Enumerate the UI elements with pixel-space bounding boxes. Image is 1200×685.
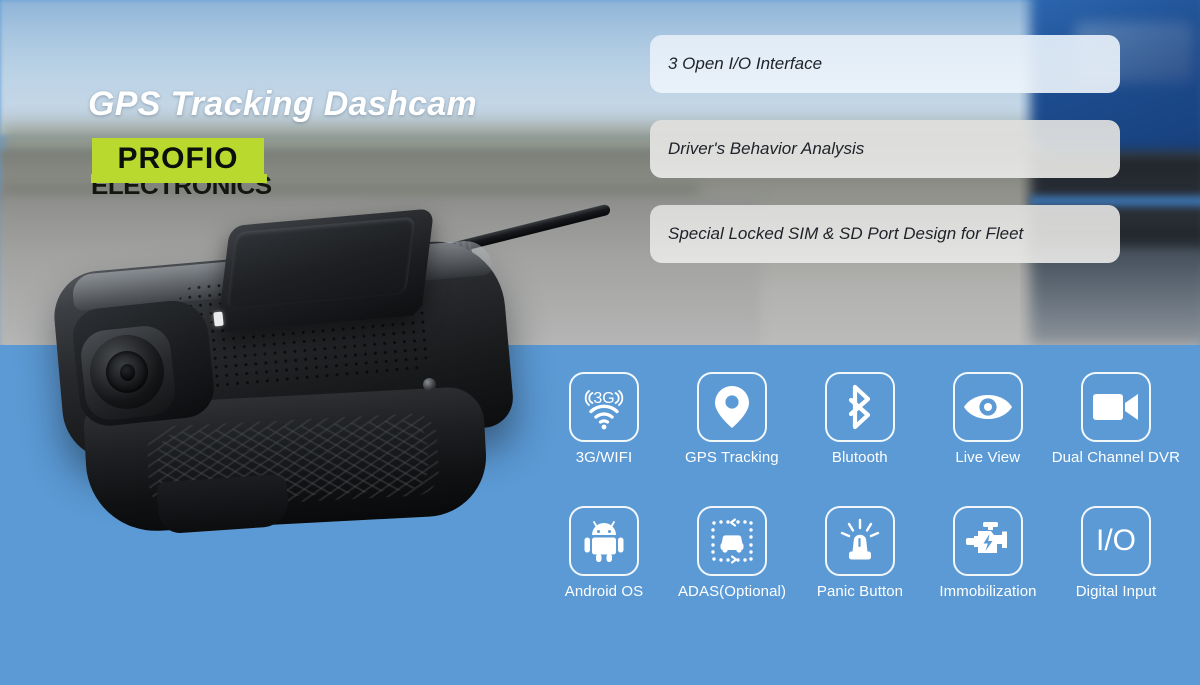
dashcam-lens-aperture xyxy=(120,364,135,381)
bluetooth-icon-box[interactable] xyxy=(824,372,895,442)
android-robot-icon xyxy=(584,521,624,562)
feature-pill-3: Special Locked SIM & SD Port Design for … xyxy=(650,205,1120,263)
video-camera-icon-box[interactable] xyxy=(1080,372,1151,442)
dashcam-product-image xyxy=(28,200,612,535)
feature-bluetooth[interactable]: Blutooth xyxy=(796,372,924,492)
3g-wifi-icon: 3G xyxy=(584,390,624,430)
feature-label: Panic Button xyxy=(816,583,904,600)
eye-icon xyxy=(963,395,1012,419)
io-text-icon-box[interactable]: I/O xyxy=(1081,506,1151,576)
android-robot-icon-box[interactable] xyxy=(569,506,639,576)
dashcam-side-port xyxy=(423,378,436,391)
feature-panic-button[interactable]: Panic Button xyxy=(796,506,924,626)
map-pin-icon-box[interactable] xyxy=(696,372,767,442)
feature-icon-grid: 3G 3G/WIFI GPS Tracking Blutooth Live Vi… xyxy=(540,372,1180,634)
product-banner: GPS Tracking Dashcam PROFIO ELECTRONICS … xyxy=(0,0,1200,685)
engine-bolt-icon-box[interactable] xyxy=(953,506,1023,576)
page-title: GPS Tracking Dashcam xyxy=(88,85,477,123)
3g-wifi-icon-box[interactable]: 3G xyxy=(568,372,639,442)
feature-label: 3G/WIFI xyxy=(575,449,633,466)
feature-live-view[interactable]: Live View xyxy=(924,372,1052,492)
video-camera-icon xyxy=(1092,394,1138,420)
dashcam-status-led xyxy=(213,311,224,327)
feature-label: Dual Channel DVR xyxy=(1051,449,1181,466)
feature-label: Android OS xyxy=(564,583,644,600)
feature-pill-2: Driver's Behavior Analysis xyxy=(650,120,1120,178)
eye-icon-box[interactable] xyxy=(952,372,1023,442)
feature-icon-row-2: Android OS ADAS(Optional) Panic Button I… xyxy=(540,506,1180,626)
map-pin-icon xyxy=(714,386,749,428)
feature-3g-wifi[interactable]: 3G 3G/WIFI xyxy=(540,372,668,492)
bluetooth-icon xyxy=(848,384,870,430)
engine-bolt-icon xyxy=(966,522,1007,553)
feature-label: ADAS(Optional) xyxy=(677,583,787,600)
logo-brand-subtitle: ELECTRONICS xyxy=(91,172,272,200)
svg-text:3G: 3G xyxy=(593,390,614,407)
profio-logo: PROFIO ELECTRONICS xyxy=(91,138,272,200)
feature-dual-channel-dvr[interactable]: Dual Channel DVR xyxy=(1052,372,1180,492)
feature-label: Live View xyxy=(955,449,1021,466)
feature-label: Blutooth xyxy=(831,449,888,466)
feature-immobilization[interactable]: Immobilization xyxy=(924,506,1052,626)
feature-pill-1: 3 Open I/O Interface xyxy=(650,35,1120,93)
dashcam-mount-tab xyxy=(156,473,290,535)
feature-label: Digital Input xyxy=(1075,583,1157,600)
adas-car-icon-box[interactable] xyxy=(697,506,767,576)
siren-beacon-icon-box[interactable] xyxy=(825,506,895,576)
feature-label: GPS Tracking xyxy=(685,449,779,466)
feature-gps-tracking[interactable]: GPS Tracking xyxy=(668,372,796,492)
feature-adas[interactable]: ADAS(Optional) xyxy=(668,506,796,626)
siren-beacon-icon xyxy=(840,518,880,560)
io-text-icon: I/O xyxy=(1095,524,1136,557)
feature-label: Immobilization xyxy=(939,583,1037,600)
adas-car-icon xyxy=(711,518,753,564)
feature-digital-input[interactable]: I/O Digital Input xyxy=(1052,506,1180,626)
feature-icon-row-1: 3G 3G/WIFI GPS Tracking Blutooth Live Vi… xyxy=(540,372,1180,492)
feature-android-os[interactable]: Android OS xyxy=(540,506,668,626)
